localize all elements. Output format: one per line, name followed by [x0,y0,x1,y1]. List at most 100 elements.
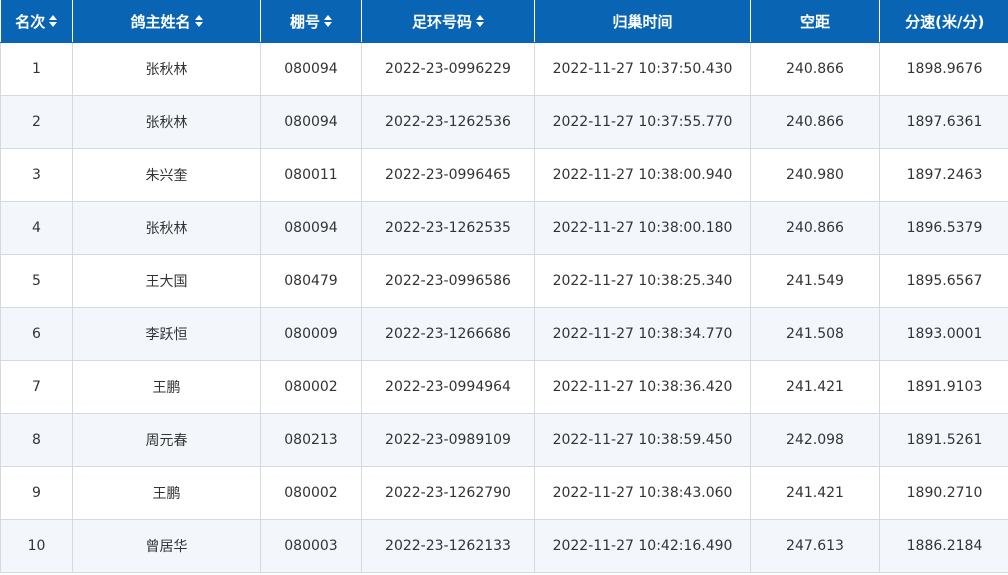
cell-speed: 1893.0001 [879,307,1008,361]
cell-speed: 1897.6361 [879,95,1008,149]
table-row: 9 王鹏 080002 2022-23-1262790 2022-11-27 1… [0,466,1008,520]
table-row: 6 李跃恒 080009 2022-23-1266686 2022-11-27 … [0,307,1008,361]
cell-loft-number: 080003 [260,519,362,573]
cell-owner-name: 王鹏 [72,466,261,520]
column-header-label: 名次 [15,12,46,31]
cell-speed: 1891.5261 [879,413,1008,467]
cell-distance: 240.980 [750,148,880,202]
column-header-label: 棚号 [289,12,320,31]
table-row: 5 王大国 080479 2022-23-0996586 2022-11-27 … [0,254,1008,308]
column-header-label: 空距 [799,12,830,31]
cell-owner-name: 张秋林 [72,95,261,149]
column-header-label: 足环号码 [411,12,472,31]
sort-icon[interactable] [194,15,203,27]
cell-ring-number: 2022-23-1262535 [361,201,535,255]
column-header-label: 归巢时间 [612,12,673,31]
race-results-table: 名次 鸽主姓名 棚号 足环号码 归巢时间 空距 分速(米/分) 1 张秋林 08… [0,0,1008,573]
cell-rank: 8 [0,413,73,467]
cell-owner-name: 张秋林 [72,201,261,255]
cell-ring-number: 2022-23-0996586 [361,254,535,308]
table-row: 7 王鹏 080002 2022-23-0994964 2022-11-27 1… [0,360,1008,414]
cell-distance: 242.098 [750,413,880,467]
sort-icon[interactable] [324,15,332,27]
sort-icon[interactable] [476,15,484,27]
cell-rank: 7 [0,360,73,414]
cell-arrival-time: 2022-11-27 10:37:50.430 [534,42,751,96]
cell-speed: 1895.6567 [879,254,1008,308]
cell-speed: 1891.9103 [879,360,1008,414]
cell-ring-number: 2022-23-1266686 [361,307,535,361]
sort-icon[interactable] [49,15,58,27]
cell-rank: 5 [0,254,73,308]
cell-rank: 3 [0,148,73,202]
cell-ring-number: 2022-23-1262790 [361,466,535,520]
cell-distance: 240.866 [750,201,880,255]
cell-owner-name: 李跃恒 [72,307,261,361]
cell-loft-number: 080213 [260,413,362,467]
cell-arrival-time: 2022-11-27 10:38:43.060 [534,466,751,520]
column-header-distance: 空距 [750,0,880,43]
cell-rank: 2 [0,95,73,149]
cell-ring-number: 2022-23-0996465 [361,148,535,202]
cell-loft-number: 080009 [260,307,362,361]
table-row: 3 朱兴奎 080011 2022-23-0996465 2022-11-27 … [0,148,1008,202]
cell-loft-number: 080479 [260,254,362,308]
cell-arrival-time: 2022-11-27 10:38:00.180 [534,201,751,255]
cell-arrival-time: 2022-11-27 10:37:55.770 [534,95,751,149]
cell-ring-number: 2022-23-1262536 [361,95,535,149]
column-header-arrival-time: 归巢时间 [534,0,751,43]
cell-owner-name: 王大国 [72,254,261,308]
cell-loft-number: 080002 [260,360,362,414]
header-row: 名次 鸽主姓名 棚号 足环号码 归巢时间 空距 分速(米/分) [0,0,1008,43]
table-body: 1 张秋林 080094 2022-23-0996229 2022-11-27 … [0,42,1008,573]
column-header-speed: 分速(米/分) [879,0,1008,43]
cell-owner-name: 周元春 [72,413,261,467]
column-header-ring-number[interactable]: 足环号码 [361,0,535,43]
column-header-owner-name[interactable]: 鸽主姓名 [72,0,261,43]
column-header-label: 鸽主姓名 [130,12,191,31]
cell-owner-name: 王鹏 [72,360,261,414]
column-header-label: 分速(米/分) [905,12,985,31]
cell-arrival-time: 2022-11-27 10:38:34.770 [534,307,751,361]
cell-arrival-time: 2022-11-27 10:42:16.490 [534,519,751,573]
column-header-loft-number[interactable]: 棚号 [260,0,362,43]
cell-rank: 9 [0,466,73,520]
cell-distance: 247.613 [750,519,880,573]
cell-rank: 1 [0,42,73,96]
table-row: 10 曾居华 080003 2022-23-1262133 2022-11-27… [0,519,1008,573]
cell-speed: 1890.2710 [879,466,1008,520]
table-row: 2 张秋林 080094 2022-23-1262536 2022-11-27 … [0,95,1008,149]
cell-owner-name: 朱兴奎 [72,148,261,202]
cell-arrival-time: 2022-11-27 10:38:36.420 [534,360,751,414]
cell-loft-number: 080094 [260,95,362,149]
cell-rank: 4 [0,201,73,255]
cell-arrival-time: 2022-11-27 10:38:25.340 [534,254,751,308]
cell-ring-number: 2022-23-0994964 [361,360,535,414]
cell-ring-number: 2022-23-0996229 [361,42,535,96]
column-header-rank[interactable]: 名次 [0,0,73,43]
cell-ring-number: 2022-23-0989109 [361,413,535,467]
cell-ring-number: 2022-23-1262133 [361,519,535,573]
table-row: 8 周元春 080213 2022-23-0989109 2022-11-27 … [0,413,1008,467]
cell-arrival-time: 2022-11-27 10:38:59.450 [534,413,751,467]
cell-owner-name: 曾居华 [72,519,261,573]
table-row: 4 张秋林 080094 2022-23-1262535 2022-11-27 … [0,201,1008,255]
table-row: 1 张秋林 080094 2022-23-0996229 2022-11-27 … [0,42,1008,96]
cell-distance: 241.549 [750,254,880,308]
cell-distance: 241.508 [750,307,880,361]
cell-speed: 1897.2463 [879,148,1008,202]
cell-loft-number: 080094 [260,42,362,96]
cell-distance: 240.866 [750,95,880,149]
cell-owner-name: 张秋林 [72,42,261,96]
cell-loft-number: 080002 [260,466,362,520]
cell-distance: 241.421 [750,360,880,414]
cell-rank: 10 [0,519,73,573]
cell-loft-number: 080011 [260,148,362,202]
cell-distance: 241.421 [750,466,880,520]
cell-loft-number: 080094 [260,201,362,255]
table-header: 名次 鸽主姓名 棚号 足环号码 归巢时间 空距 分速(米/分) [0,0,1008,43]
cell-speed: 1896.5379 [879,201,1008,255]
cell-arrival-time: 2022-11-27 10:38:00.940 [534,148,751,202]
cell-distance: 240.866 [750,42,880,96]
cell-speed: 1886.2184 [879,519,1008,573]
